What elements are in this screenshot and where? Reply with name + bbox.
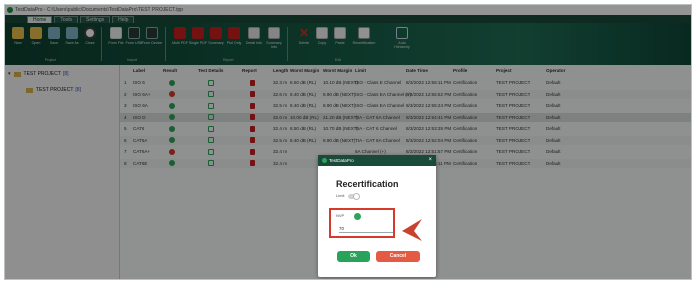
close-icon[interactable]: × (428, 157, 432, 163)
app-logo-icon (322, 158, 327, 163)
limit-label: Limit (336, 193, 345, 198)
dialog-app-name: TestDataPro (329, 158, 354, 163)
cancel-button[interactable]: Cancel (376, 251, 420, 262)
toggle-knob (353, 193, 360, 200)
app-window: TestDataPro - C:\Users\public\Documents\… (4, 4, 692, 280)
dialog-header: TestDataPro × (318, 155, 436, 166)
ok-button[interactable]: Ok (337, 251, 370, 262)
dialog-title: Recertification (336, 179, 399, 189)
annotation-arrow-icon (402, 219, 422, 241)
annotation-highlight-box (329, 208, 395, 238)
limit-toggle[interactable] (348, 193, 360, 200)
